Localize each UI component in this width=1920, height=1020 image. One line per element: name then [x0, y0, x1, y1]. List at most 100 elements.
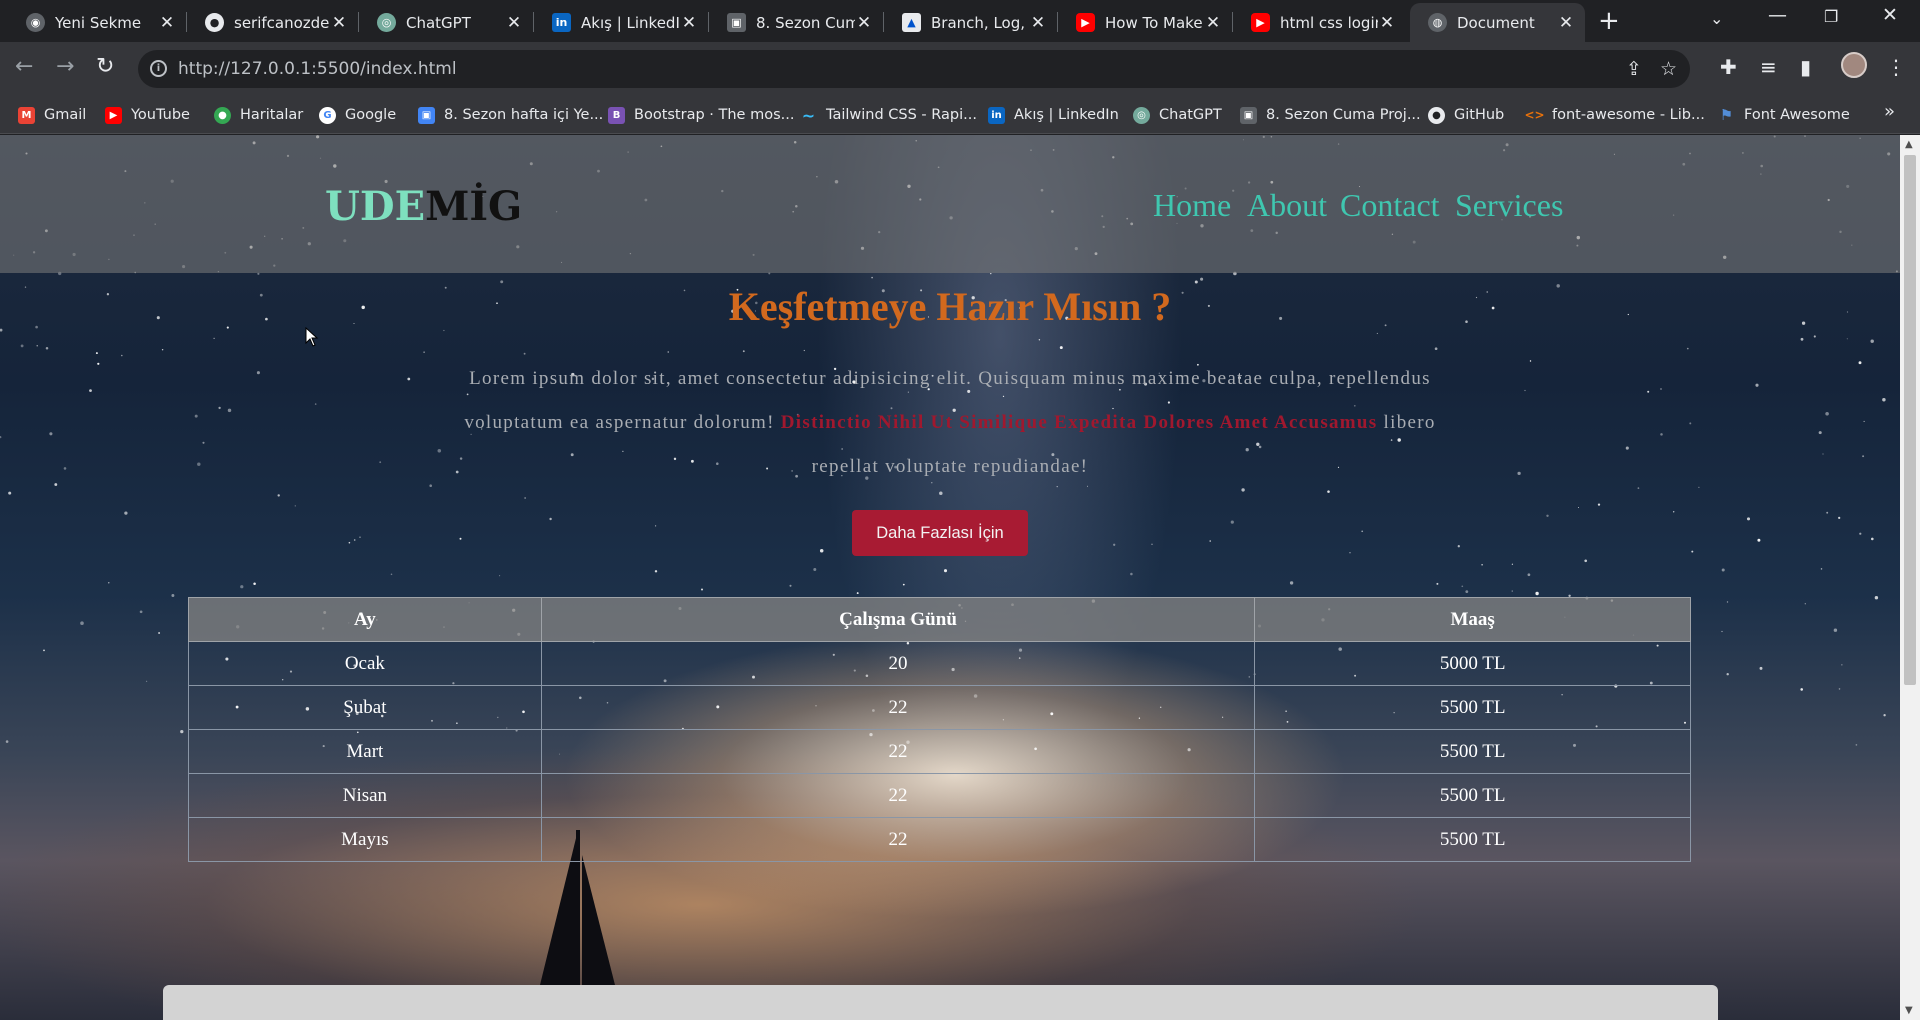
- media-control-icon[interactable]: ≡: [1760, 55, 1777, 79]
- cell-salary: 5500 TL: [1254, 817, 1691, 862]
- more-info-button[interactable]: Daha Fazlası İçin: [852, 510, 1028, 556]
- site-logo[interactable]: UDEMİG: [325, 183, 522, 230]
- bookmarks-bar: M Gmail ▶ YouTube ● Haritalar G Google ▣ 8. S…: [0, 97, 1920, 134]
- side-panel-icon[interactable]: ▮: [1800, 55, 1811, 79]
- bookmark-google[interactable]: G Google: [319, 103, 396, 127]
- bookmark-maps[interactable]: ● Haritalar: [214, 103, 303, 127]
- bookmark-label: GitHub: [1454, 107, 1505, 123]
- bookmark-chatgpt[interactable]: ◎ ChatGPT: [1133, 103, 1222, 127]
- logo-part-teal: UDE: [325, 183, 426, 230]
- tab-label: Yeni Sekme: [55, 13, 142, 32]
- extensions-icon[interactable]: ✚: [1720, 55, 1737, 79]
- address-bar[interactable]: i http://127.0.0.1:5500/index.html ⇪ ☆: [138, 50, 1690, 88]
- tab-classroom[interactable]: ▣ 8. Sezon Cuma ✕: [709, 3, 883, 42]
- bookmark-label: 8. Sezon hafta içi Ye...: [444, 107, 604, 123]
- column-header-month: Ay: [188, 597, 542, 642]
- bookmark-font-awesome-lib[interactable]: <> font-awesome - Lib...: [1524, 103, 1705, 127]
- scroll-thumb[interactable]: [1904, 155, 1916, 685]
- cell-salary: 5000 TL: [1254, 641, 1691, 686]
- tab-yeni-sekme[interactable]: ◉ Yeni Sekme ✕: [8, 3, 186, 42]
- google-icon: G: [319, 106, 336, 124]
- forward-button[interactable]: →: [56, 54, 74, 79]
- bookmark-classroom-friday[interactable]: ▣ 8. Sezon Cuma Proj...: [1240, 103, 1421, 127]
- nav-services[interactable]: Services: [1455, 187, 1563, 224]
- bootstrap-icon: B: [608, 106, 625, 124]
- close-icon[interactable]: ✕: [1557, 13, 1575, 33]
- back-button[interactable]: ←: [15, 54, 33, 79]
- cell-month: Mayıs: [188, 817, 542, 862]
- scroll-down-arrow-icon[interactable]: ▼: [1905, 1005, 1913, 1016]
- table-row: Şubat 22 5500 TL: [188, 685, 1691, 730]
- page-viewport: UDEMİG Home About Contact Services Keşfe…: [0, 135, 1900, 1020]
- bookmark-font-awesome[interactable]: ⚑ Font Awesome: [1718, 103, 1850, 127]
- tab-search-icon[interactable]: ⌄: [1710, 9, 1723, 28]
- nav-contact[interactable]: Contact: [1340, 187, 1440, 224]
- tab-atlassian[interactable]: ▲ Branch, Log, Commit ✕: [884, 3, 1057, 42]
- scroll-up-arrow-icon[interactable]: ▲: [1905, 139, 1913, 150]
- bookmark-gmail[interactable]: M Gmail: [18, 103, 86, 127]
- site-info-icon[interactable]: i: [150, 60, 167, 77]
- restore-button[interactable]: ❐: [1824, 7, 1838, 26]
- close-icon[interactable]: ✕: [1029, 13, 1047, 33]
- bookmark-classroom-weekday[interactable]: ▣ 8. Sezon hafta içi Ye...: [418, 103, 603, 127]
- close-window-button[interactable]: ✕: [1882, 4, 1898, 26]
- column-header-workdays: Çalışma Günü: [540, 597, 1256, 642]
- tab-label: How To Make: [1105, 13, 1203, 32]
- github-icon: ●: [205, 13, 224, 32]
- close-icon[interactable]: ✕: [158, 13, 176, 33]
- github-icon: ●: [1428, 106, 1445, 124]
- bookmark-label: Bootstrap · The mos...: [634, 107, 795, 123]
- bookmark-tailwind[interactable]: ~ Tailwind CSS - Rapi...: [800, 103, 977, 127]
- page-scrollbar[interactable]: ▲ ▼: [1900, 135, 1920, 1020]
- gmail-icon: M: [18, 106, 35, 124]
- hero-paragraph: Lorem ipsum dolor sit, amet consectetur …: [440, 357, 1460, 489]
- tab-github[interactable]: ● serifcanozden ✕: [187, 3, 358, 42]
- youtube-icon: ▶: [1251, 13, 1270, 32]
- url-text[interactable]: http://127.0.0.1:5500/index.html: [178, 59, 457, 79]
- table-row: Mart 22 5500 TL: [188, 729, 1691, 774]
- tab-document[interactable]: ◍ Document ✕: [1410, 3, 1585, 42]
- bookmark-label: Akış | LinkedIn: [1014, 107, 1119, 123]
- tab-strip: ◉ Yeni Sekme ✕ ● serifcanozden ✕ ◎ ChatG…: [0, 0, 1920, 42]
- bookmark-linkedin[interactable]: in Akış | LinkedIn: [988, 103, 1119, 127]
- close-icon[interactable]: ✕: [1378, 13, 1396, 33]
- hero-text-highlight: Distinctio Nihil Ut Similique Expedita D…: [780, 412, 1378, 433]
- tab-label: Branch, Log, Commit: [931, 13, 1029, 32]
- chrome-icon: ◉: [26, 13, 45, 32]
- close-icon[interactable]: ✕: [680, 13, 698, 33]
- tab-youtube-how-to[interactable]: ▶ How To Make ✕: [1058, 3, 1232, 42]
- cell-workdays: 22: [540, 685, 1256, 730]
- tab-linkedin[interactable]: in Akış | LinkedIn ✕: [534, 3, 708, 42]
- bookmark-github[interactable]: ● GitHub: [1428, 103, 1504, 127]
- more-bookmarks-icon[interactable]: »: [1884, 101, 1895, 122]
- bookmark-youtube[interactable]: ▶ YouTube: [105, 103, 190, 127]
- minimize-button[interactable]: —: [1768, 4, 1787, 26]
- close-icon[interactable]: ✕: [330, 13, 348, 33]
- tab-label: serifcanozden: [234, 13, 330, 32]
- close-icon[interactable]: ✕: [505, 13, 523, 33]
- menu-icon[interactable]: ⋮: [1886, 55, 1906, 79]
- bookmark-bootstrap[interactable]: B Bootstrap · The mos...: [608, 103, 794, 127]
- linkedin-icon: in: [988, 106, 1005, 124]
- share-icon[interactable]: ⇪: [1626, 58, 1642, 80]
- close-icon[interactable]: ✕: [855, 13, 873, 33]
- nav-home[interactable]: Home: [1153, 187, 1231, 224]
- profile-avatar[interactable]: [1841, 52, 1867, 78]
- mouse-cursor-icon: [305, 327, 319, 347]
- bookmark-label: font-awesome - Lib...: [1552, 107, 1705, 123]
- classroom-icon: ▣: [727, 13, 746, 32]
- tab-chatgpt[interactable]: ◎ ChatGPT ✕: [359, 3, 533, 42]
- youtube-icon: ▶: [105, 106, 122, 124]
- nav-about[interactable]: About: [1247, 187, 1327, 224]
- close-icon[interactable]: ✕: [1204, 13, 1222, 33]
- table-header-row: Ay Çalışma Günü Maaş: [188, 597, 1691, 642]
- reload-button[interactable]: ↻: [96, 54, 114, 79]
- new-tab-button[interactable]: +: [1598, 8, 1620, 34]
- bookmark-star-icon[interactable]: ☆: [1660, 58, 1677, 80]
- logo-part-dark: MİG: [425, 183, 523, 230]
- tab-label: html css login: [1280, 13, 1378, 32]
- linkedin-icon: in: [552, 13, 571, 32]
- tab-label: ChatGPT: [406, 13, 471, 32]
- tab-youtube-login[interactable]: ▶ html css login ✕: [1233, 3, 1406, 42]
- atlassian-icon: ▲: [902, 13, 921, 32]
